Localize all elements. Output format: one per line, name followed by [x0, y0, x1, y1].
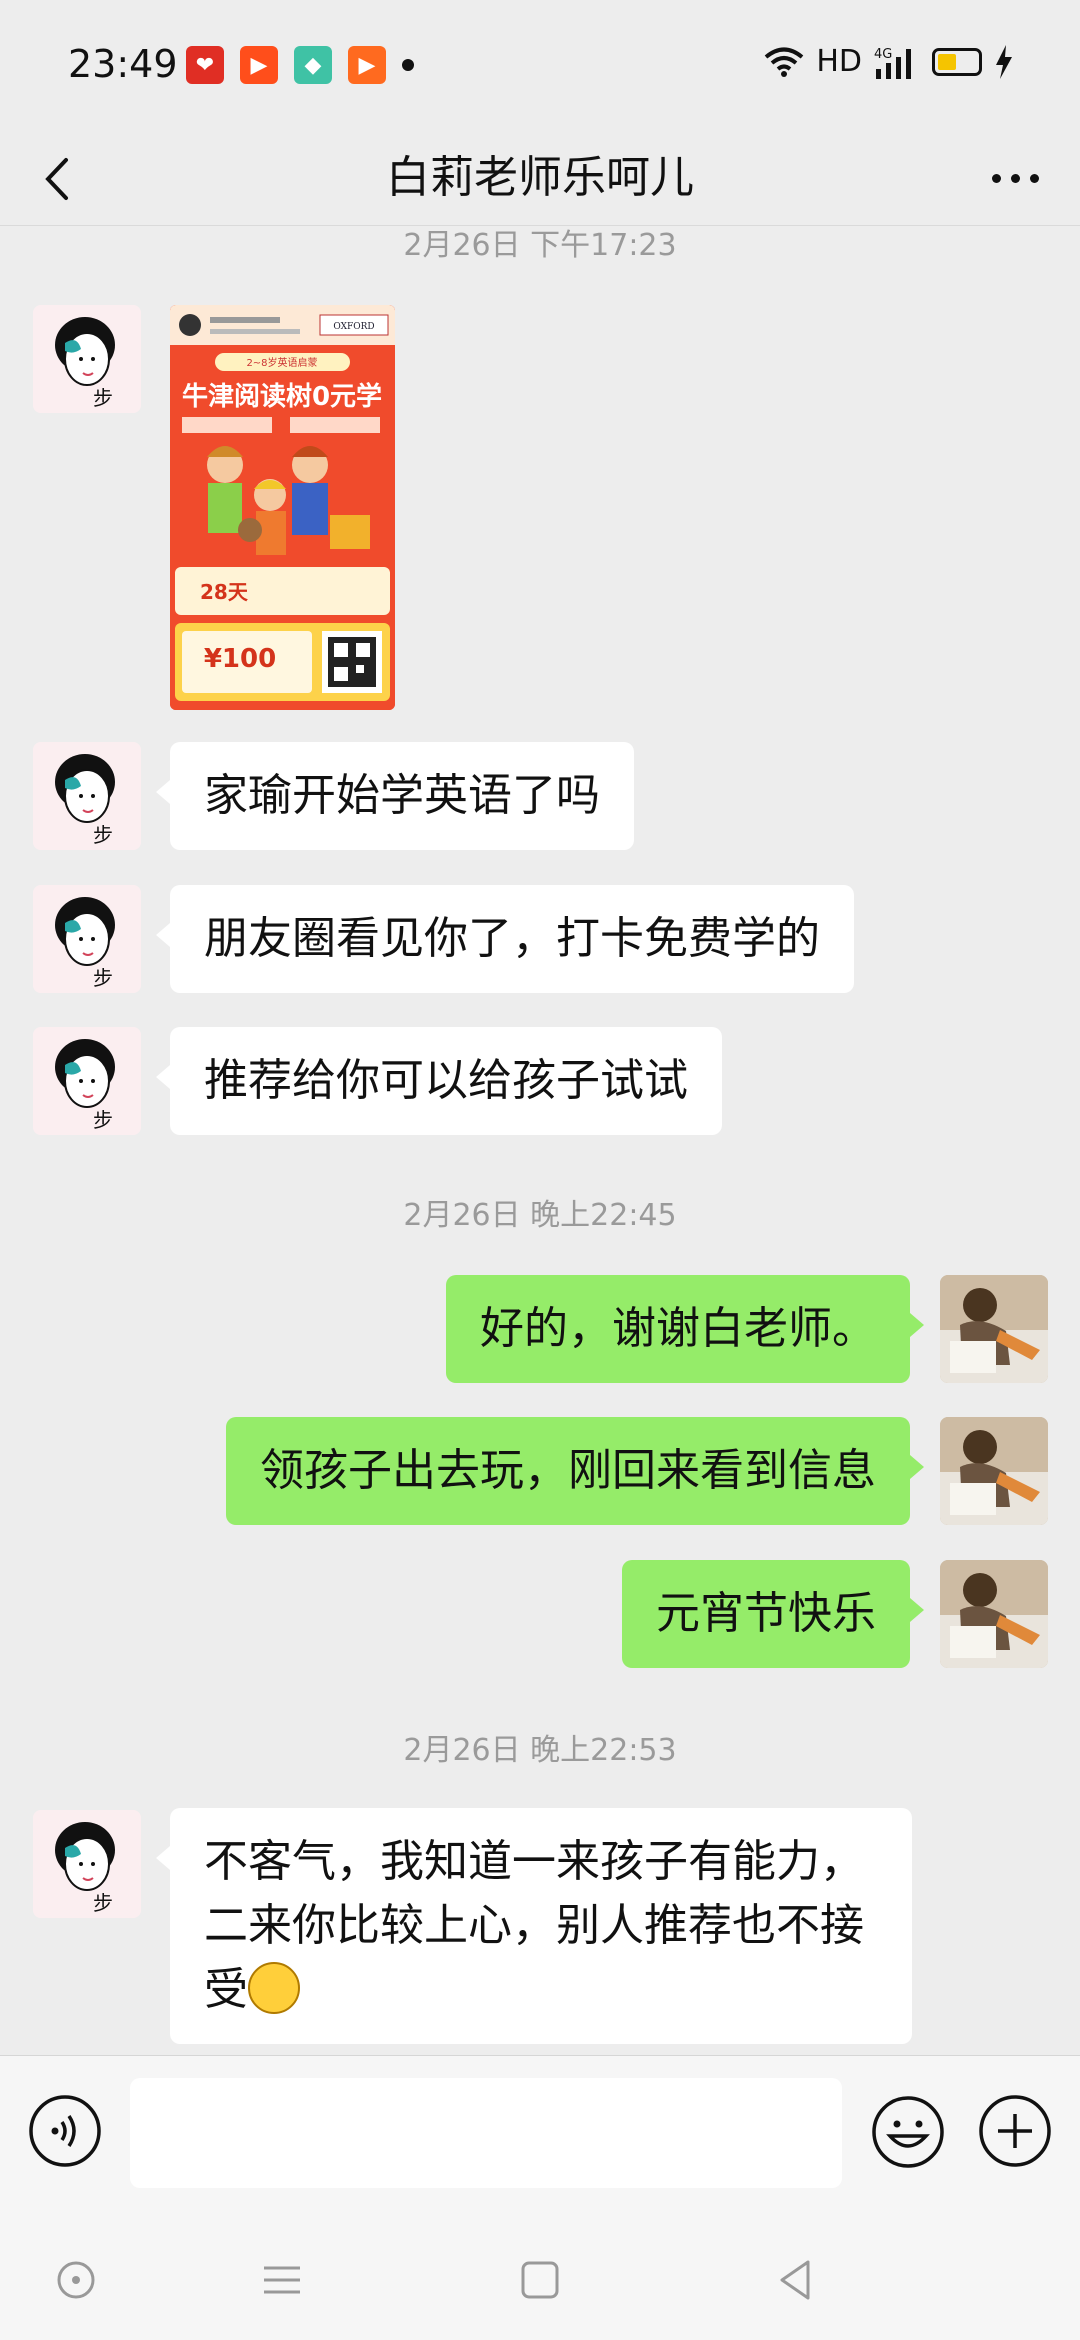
- nav-assistant-button[interactable]: [46, 2250, 106, 2310]
- notification-icons: ❤ ▶ ◆ ▶: [186, 46, 414, 84]
- message-bubble-received[interactable]: 推荐给你可以给孩子试试: [156, 1027, 722, 1135]
- avatar-self[interactable]: [940, 1560, 1048, 1668]
- poster-brand: OXFORD: [333, 322, 374, 332]
- tiktok-lite-icon: ◆: [294, 46, 332, 84]
- avatar-photo: [940, 1275, 1048, 1383]
- timestamp: 2月26日 晚上22:45: [403, 1198, 677, 1233]
- message-bubble-sent[interactable]: 领孩子出去玩，刚回来看到信息: [226, 1417, 924, 1525]
- avatar-illustration: 步: [33, 1027, 141, 1135]
- poster-days: 28天: [200, 580, 249, 604]
- triangle-back-icon: [780, 2260, 810, 2300]
- dot-circle-icon: [57, 2261, 95, 2299]
- poster-coupon: ¥100: [204, 644, 276, 674]
- network-type-label: 4G: [874, 47, 892, 62]
- more-functions-button[interactable]: [978, 2094, 1052, 2168]
- emoji-button[interactable]: [870, 2094, 946, 2170]
- pinduoduo-icon: ❤: [186, 46, 224, 84]
- timestamp: 2月26日 晚上22:53: [403, 1733, 677, 1768]
- poster-headline: 牛津阅读树0元学: [182, 381, 382, 412]
- nav-menu-button[interactable]: [252, 2250, 312, 2310]
- chat-title: 白莉老师乐呵儿: [386, 152, 694, 203]
- message-bubble-sent[interactable]: 元宵节快乐: [622, 1560, 924, 1668]
- hd-label: HD: [816, 44, 862, 79]
- square-home-icon: [521, 2261, 559, 2299]
- avatar-illustration: 步: [33, 305, 141, 413]
- avatar-self[interactable]: [940, 1417, 1048, 1525]
- wifi-icon: [765, 47, 804, 77]
- more-button[interactable]: [980, 150, 1050, 206]
- smiley-icon: [872, 2096, 944, 2168]
- message-text: 不客气，我知道一来孩子有能力，二来你比较上心，别人推荐也不接受: [204, 1836, 864, 2015]
- chat-header: 白莉老师乐呵儿: [0, 130, 1080, 226]
- avatar-illustration: 步: [33, 742, 141, 850]
- kuaishou-icon: ▶: [348, 46, 386, 84]
- more-notifications-dot: [402, 59, 414, 71]
- poster-graphic: OXFORD 2~8岁英语启蒙 牛津阅读树0元学 28天 ¥100: [170, 305, 395, 710]
- status-time: 23:49: [68, 42, 178, 86]
- nav-back-button[interactable]: [766, 2250, 826, 2310]
- svg-text:步: 步: [93, 1108, 113, 1132]
- system-nav-bar: [0, 2210, 1080, 2340]
- status-bar: 23:49 ❤ ▶ ◆ ▶ HD 4G: [0, 0, 1080, 130]
- kuaishou-lite-icon: ▶: [240, 46, 278, 84]
- avatar-teacher[interactable]: 步: [33, 1027, 141, 1135]
- charging-icon: [996, 44, 1012, 79]
- message-input[interactable]: [130, 2078, 842, 2188]
- svg-text:步: 步: [93, 823, 113, 847]
- avatar-teacher[interactable]: 步: [33, 305, 141, 413]
- message-bubble-sent[interactable]: 好的，谢谢白老师。: [446, 1275, 924, 1383]
- voice-button[interactable]: [28, 2094, 102, 2168]
- svg-text:步: 步: [93, 386, 113, 410]
- avatar-teacher[interactable]: 步: [33, 742, 141, 850]
- avatar-teacher[interactable]: 步: [33, 885, 141, 993]
- poster-badge: 2~8岁英语启蒙: [246, 356, 317, 369]
- avatar-self[interactable]: [940, 1275, 1048, 1383]
- message-bubble-received[interactable]: 朋友圈看见你了，打卡免费学的: [156, 885, 854, 993]
- more-dot-icon: [991, 173, 1001, 183]
- nav-home-button[interactable]: [510, 2250, 570, 2310]
- message-bubble-received[interactable]: 家瑜开始学英语了吗: [156, 742, 634, 850]
- grin-emoji-icon: [248, 1962, 300, 2014]
- plus-circle-icon: [979, 2095, 1051, 2167]
- more-dot-icon: [1010, 173, 1020, 183]
- svg-text:步: 步: [93, 1891, 113, 1915]
- avatar-teacher[interactable]: 步: [33, 1810, 141, 1918]
- poster-image[interactable]: OXFORD 2~8岁英语启蒙 牛津阅读树0元学 28天 ¥100: [170, 305, 395, 710]
- avatar-photo: [940, 1417, 1048, 1525]
- avatar-illustration: 步: [33, 1810, 141, 1918]
- input-bar: [0, 2055, 1080, 2210]
- avatar-illustration: 步: [33, 885, 141, 993]
- status-right: HD 4G: [764, 44, 1014, 79]
- avatar-photo: [940, 1560, 1048, 1668]
- svg-text:步: 步: [93, 966, 113, 990]
- timestamp: 2月26日 下午17:23: [403, 228, 677, 263]
- voice-icon: [29, 2095, 101, 2167]
- signal-icon: 4G: [874, 47, 911, 79]
- battery-icon: [932, 47, 982, 76]
- more-dot-icon: [1029, 173, 1039, 183]
- menu-icon: [264, 2266, 300, 2294]
- message-bubble-received[interactable]: 不客气，我知道一来孩子有能力，二来你比较上心，别人推荐也不接受: [156, 1808, 912, 2044]
